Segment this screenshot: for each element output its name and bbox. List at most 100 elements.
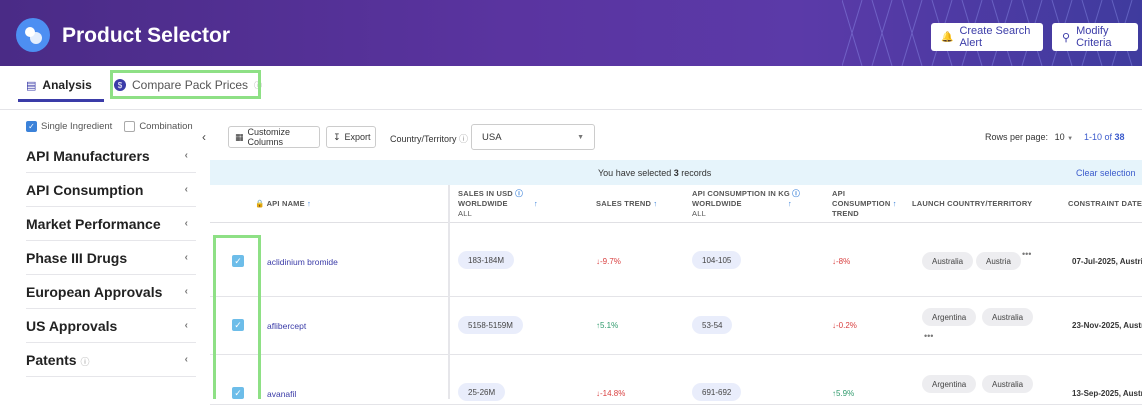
col-ctrend-line2: CONSUMPTION (832, 199, 891, 208)
chevron-left-icon: ‹ (184, 150, 188, 161)
sidebar-item-us-approvals[interactable]: US Approvals ‹ (26, 309, 196, 343)
chevron-left-icon: ‹ (184, 286, 188, 297)
sidebar-item-label: API Manufacturers (26, 147, 150, 164)
country-select[interactable]: USA ▼ (471, 124, 595, 150)
single-ingredient-label: Single Ingredient (41, 121, 113, 132)
chevron-left-icon: ‹ (184, 218, 188, 229)
col-sales-line1: SALES IN USD (458, 189, 513, 198)
sidebar-item-patents[interactable]: Patents ⓘ ‹ (26, 343, 196, 377)
consumption-value: 53-54 (692, 316, 733, 334)
sidebar-item-market-performance[interactable]: Market Performance ‹ (26, 207, 196, 241)
sort-up-icon: ↑ (653, 199, 658, 208)
api-name-link[interactable]: aflibercept (267, 321, 306, 331)
help-icon: ⓘ (80, 356, 90, 367)
more-countries-icon[interactable]: ••• (924, 331, 933, 341)
table-row[interactable]: ✓ aflibercept 5158-5159M ↑5.1% 53-54 ↓-0… (210, 297, 1142, 355)
sort-up-icon: ↑ (892, 199, 897, 208)
sales-value: 5158-5159M (458, 316, 523, 334)
sidebar-item-european-approvals[interactable]: European Approvals ‹ (26, 275, 196, 309)
chevron-down-icon: ▼ (1067, 136, 1074, 142)
export-button[interactable]: ↧ Export (326, 126, 376, 148)
col-sales-trend-label: SALES TREND (596, 199, 652, 208)
country-chip: Australia (982, 375, 1034, 393)
tab-analysis[interactable]: ▤ Analysis (26, 78, 92, 92)
single-ingredient-checkbox[interactable]: ✓ (26, 121, 37, 132)
customize-columns-label: Customize Columns (247, 127, 291, 147)
rows-per-page: Rows per page: 10 ▼ (985, 132, 1073, 142)
selected-rows-highlight (213, 235, 261, 399)
sales-trend-value: -9.7% (600, 257, 621, 266)
col-ctrend-line1: API (832, 189, 846, 198)
rows-per-page-select[interactable]: 10 (1055, 132, 1065, 142)
selection-suffix: records (678, 167, 712, 178)
active-tab-indicator (18, 99, 104, 102)
sales-trend: ↓-9.7% (596, 257, 621, 266)
col-ctrend-line3: TREND (832, 209, 859, 218)
country-chip: Australia (922, 252, 974, 270)
col-sales-trend[interactable]: SALES TREND ↑ (596, 199, 657, 209)
sort-up-icon: ↑ (788, 199, 792, 208)
table-header: 🔒 API NAME ↑ SALES IN USD ⓘ WORLDWIDE ↑ … (210, 185, 1142, 223)
col-sales-usd[interactable]: SALES IN USD ⓘ WORLDWIDE ↑ ALL (458, 189, 538, 219)
api-name-link[interactable]: avanafil (267, 389, 296, 399)
chevron-left-icon: ‹ (184, 252, 188, 263)
sales-trend: ↓-14.8% (596, 389, 626, 398)
columns-icon: ▦ (235, 131, 244, 142)
consumption-trend: ↓-0.2% (832, 321, 857, 330)
create-search-alert-button[interactable]: 🔔 Create Search Alert (931, 23, 1043, 51)
export-label: Export (344, 132, 371, 142)
compare-tab-highlight (110, 70, 261, 99)
api-name-link[interactable]: aclidinium bromide (267, 257, 338, 267)
pager-range: 1-10 of (1084, 132, 1115, 142)
modify-criteria-button[interactable]: ⚲ Modify Criteria (1052, 23, 1138, 51)
ingredient-filter: ✓ Single Ingredient Combination (26, 121, 193, 132)
col-consumption-trend[interactable]: API CONSUMPTION ↑ TREND (832, 189, 897, 219)
country-chip: Argentina (922, 375, 977, 393)
help-icon: ⓘ (459, 134, 469, 144)
rows-per-page-label: Rows per page: (985, 132, 1049, 142)
sidebar-item-api-consumption[interactable]: API Consumption ‹ (26, 173, 196, 207)
sidebar-item-label: Phase III Drugs (26, 249, 128, 266)
consumption-trend: ↑5.9% (832, 389, 855, 398)
col-cons-line3: ALL (692, 209, 706, 218)
sidebar-item-phase-iii-drugs[interactable]: Phase III Drugs ‹ (26, 241, 196, 275)
selection-bar: You have selected 3 records Clear select… (210, 160, 1142, 185)
country-chip: Argentina (922, 308, 977, 326)
chevron-left-icon: ‹ (184, 320, 188, 331)
clear-selection-link[interactable]: Clear selection (1076, 168, 1136, 178)
sales-trend-value: 5.1% (600, 321, 619, 330)
sidebar-item-label: European Approvals (26, 283, 163, 300)
sales-trend: ↑5.1% (596, 321, 619, 330)
country-territory-text: Country/Territory (390, 134, 457, 144)
sidebar: ✓ Single Ingredient Combination API Manu… (0, 111, 200, 399)
constraint-date: 23-Nov-2025, Austr (1072, 321, 1142, 330)
col-api-consumption[interactable]: API CONSUMPTION IN KG ⓘ WORLDWIDE ↑ ALL (692, 189, 800, 219)
sidebar-item-api-manufacturers[interactable]: API Manufacturers ‹ (26, 139, 196, 173)
sales-value: 25-26M (458, 383, 506, 401)
col-api-name[interactable]: 🔒 API NAME ↑ (255, 199, 311, 209)
sales-trend-value: -14.8% (600, 389, 626, 398)
sort-up-icon: ↑ (534, 199, 538, 208)
info-icon: ⓘ (792, 189, 800, 198)
col-cons-line1: API CONSUMPTION IN KG (692, 189, 790, 198)
consumption-value: 104-105 (692, 251, 742, 269)
sidebar-item-label: Patents (26, 351, 77, 368)
app-title: Product Selector (62, 24, 231, 47)
bell-icon: 🔔 (941, 31, 954, 43)
pager-total-link[interactable]: 38 (1115, 132, 1125, 142)
constraint-date: 13-Sep-2025, Austr (1072, 389, 1142, 398)
country-chip: Austria (976, 252, 1021, 270)
country-territory-label: Country/Territory ⓘ (390, 132, 468, 145)
col-constraint-date[interactable]: CONSTRAINT DATE FO (1068, 199, 1142, 209)
constraint-date: 07-Jul-2025, Austri (1072, 257, 1142, 266)
customize-columns-button[interactable]: ▦ Customize Columns (228, 126, 320, 148)
export-icon: ↧ (333, 131, 341, 142)
combination-checkbox[interactable] (124, 121, 136, 132)
more-countries-icon[interactable]: ••• (1022, 249, 1031, 259)
collapse-sidebar-icon[interactable]: ‹ (202, 130, 206, 144)
col-launch-country[interactable]: LAUNCH COUNTRY/TERRITORY (912, 199, 1032, 209)
table-row[interactable]: ✓ aclidinium bromide 183-184M ↓-9.7% 104… (210, 223, 1142, 297)
col-api-name-label: API NAME (266, 199, 305, 208)
table-row[interactable]: ✓ avanafil 25-26M ↓-14.8% 691-692 ↑5.9% … (210, 355, 1142, 405)
combination-label: Combination (139, 121, 193, 132)
